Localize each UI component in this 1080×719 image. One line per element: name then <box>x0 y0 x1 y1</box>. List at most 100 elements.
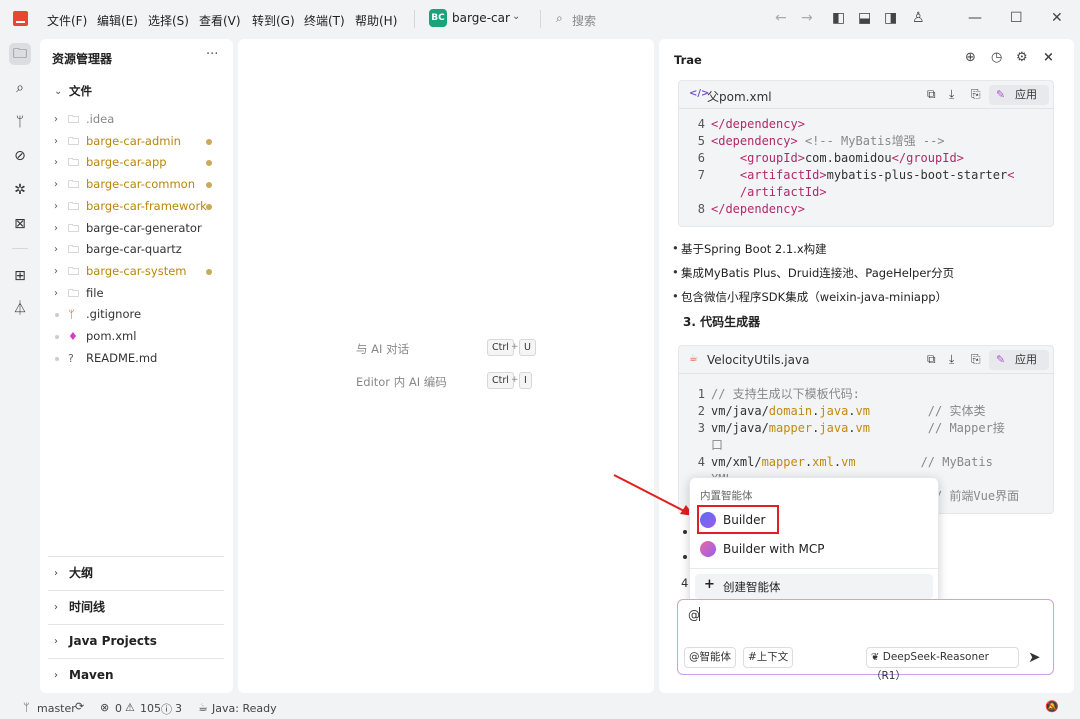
tree-item-label: barge-car-common <box>86 177 195 192</box>
line-number: 1 <box>697 387 705 401</box>
section-label: 大纲 <box>69 566 94 580</box>
tree-item[interactable]: › 🗀 barge-car-app <box>40 152 233 173</box>
toggle-aux-bar-icon[interactable]: ◨ <box>884 10 897 26</box>
chevron-right-icon: › <box>54 265 58 277</box>
new-file-icon[interactable]: ⎘ <box>971 87 981 102</box>
code-file-name[interactable]: VelocityUtils.java <box>707 353 809 367</box>
menu-file[interactable]: 文件(F) <box>47 12 87 29</box>
project-badge[interactable]: BC <box>429 9 447 27</box>
insert-icon[interactable]: ⤓ <box>949 87 954 102</box>
status-bar: ᛘ master ⟳ ⊗ 0 ⚠ 105 ⓘ 3 ☕ Java: Ready 🔕 <box>0 697 1080 719</box>
tree-item[interactable]: › 🗀 barge-car-admin <box>40 131 233 152</box>
branch-name[interactable]: master <box>37 702 76 715</box>
tree-item-label: barge-car-system <box>86 263 187 278</box>
copy-icon[interactable]: ⧉ <box>927 352 936 367</box>
apply-button[interactable]: ✎ 应用 <box>989 85 1049 105</box>
tree-item[interactable]: › 🗀 barge-car-common <box>40 174 233 195</box>
menu-view[interactable]: 查看(V) <box>199 12 241 29</box>
extensions-icon[interactable]: ⊞ <box>9 265 31 287</box>
remote-icon[interactable]: ⊘ <box>9 145 31 167</box>
menu-selection[interactable]: 选择(S) <box>148 12 189 29</box>
new-file-icon[interactable]: ⎘ <box>971 352 981 367</box>
tree-item[interactable]: › 🗀 barge-car-quartz <box>40 239 233 260</box>
chevron-right-icon: › <box>54 636 58 647</box>
notifications-off-icon[interactable]: 🔕 <box>1045 700 1059 713</box>
menu-goto[interactable]: 转到(G) <box>252 12 295 29</box>
editor-area[interactable]: 与 AI 对话 Ctrl + U Editor 内 AI 编码 Ctrl + I <box>238 39 654 693</box>
model-selector[interactable]: ❦ DeepSeek-Reasoner（R1） <box>866 647 1019 682</box>
search-label[interactable]: 搜索 <box>572 12 596 29</box>
flask-icon[interactable]: ⏃ <box>9 298 31 320</box>
send-icon[interactable]: ➤ <box>1028 648 1041 666</box>
section-maven[interactable]: › Maven <box>48 658 224 692</box>
tree-item[interactable]: › 🗀 barge-car-system <box>40 261 233 282</box>
project-name[interactable]: barge-car <box>452 11 510 25</box>
menu-terminal[interactable]: 终端(T) <box>304 12 345 29</box>
modified-dot <box>206 138 212 145</box>
code-line: 6 <groupId>com.baomidou</groupId> <box>679 150 1014 167</box>
menu-help[interactable]: 帮助(H) <box>355 12 397 29</box>
tree-item[interactable]: › 🗀 .idea <box>40 109 233 130</box>
chevron-right-icon: › <box>54 670 58 681</box>
tree-item[interactable]: ? README.md <box>40 348 233 369</box>
toggle-sidebar-icon[interactable]: ◧ <box>832 10 845 26</box>
more-actions-icon[interactable]: ··· <box>206 47 218 62</box>
explorer-icon[interactable]: 🗀 <box>9 43 31 65</box>
code-line: 5 <dependency> <!-- MyBatis增强 --> <box>679 133 1014 150</box>
minimize-icon[interactable]: — <box>968 10 982 26</box>
forward-arrow-icon[interactable]: → <box>801 10 813 26</box>
code-file-name[interactable]: 父pom.xml <box>707 88 772 105</box>
chevron-down-icon[interactable]: ⌄ <box>512 11 520 22</box>
section-timeline[interactable]: › 时间线 <box>48 590 224 624</box>
warning-count[interactable]: 105 <box>140 702 161 715</box>
chat-input[interactable]: @ @智能体 #上下文 ❦ DeepSeek-Reasoner（R1） ➤ <box>677 599 1054 682</box>
agent-item-builder-mcp[interactable]: Builder with MCP <box>696 537 896 561</box>
new-chat-icon[interactable]: ⊕ <box>965 50 976 65</box>
source-control-icon[interactable]: ᛘ <box>9 111 31 133</box>
section-label: Java Projects <box>69 634 157 648</box>
context-chip-button[interactable]: #上下文 <box>743 647 794 668</box>
section-outline[interactable]: › 大纲 <box>48 556 224 590</box>
apply-button[interactable]: ✎ 应用 <box>989 350 1049 370</box>
agent-chip-button[interactable]: @智能体 <box>684 647 736 668</box>
tree-root[interactable]: ⌄ 文件 <box>40 81 233 102</box>
settings-gear-icon[interactable]: ⚙ <box>1016 50 1028 65</box>
search-icon[interactable]: ⌕ <box>556 11 563 26</box>
git-file-icon: ᛘ <box>68 308 75 322</box>
tree-item[interactable]: › 🗀 barge-car-generator <box>40 218 233 239</box>
hint-ai-chat: 与 AI 对话 <box>356 342 410 356</box>
search-icon[interactable]: ⌕ <box>9 77 31 99</box>
close-icon[interactable]: ✕ <box>1051 10 1063 26</box>
tree-item[interactable]: ♦ pom.xml <box>40 326 233 347</box>
code-card-header: ☕ VelocityUtils.java ⧉ ⤓ ⎘ ✎ 应用 <box>679 346 1053 374</box>
create-agent-button[interactable]: + 创建智能体 <box>695 574 933 599</box>
info-count[interactable]: 3 <box>175 702 182 715</box>
code-line: 7 <artifactId>mybatis-plus-boot-starter< <box>679 167 1015 184</box>
toggle-panel-icon[interactable]: ⬓ <box>858 10 871 26</box>
popup-caption: 内置智能体 <box>700 490 753 502</box>
maximize-icon[interactable]: ☐ <box>1010 10 1023 26</box>
debug-icon[interactable]: ✲ <box>9 179 31 201</box>
menu-edit[interactable]: 编辑(E) <box>97 12 138 29</box>
chevron-right-icon: › <box>54 135 58 147</box>
tree-item[interactable]: › 🗀 file <box>40 283 233 304</box>
error-count[interactable]: 0 <box>115 702 122 715</box>
java-status[interactable]: Java: Ready <box>212 702 277 715</box>
section-java-projects[interactable]: › Java Projects <box>48 624 224 658</box>
history-icon[interactable]: ◷ <box>991 50 1002 65</box>
insert-icon[interactable]: ⤓ <box>949 352 954 367</box>
code-text: </dependency> <box>711 202 805 216</box>
account-icon[interactable]: ♙ <box>912 10 925 26</box>
close-icon[interactable]: × <box>1043 50 1054 65</box>
kbd-key: U <box>519 339 536 356</box>
folder-icon: 🗀 <box>68 113 79 126</box>
testing-icon[interactable]: ⊠ <box>9 213 31 235</box>
back-arrow-icon[interactable]: ← <box>775 10 787 26</box>
tree-bullet <box>55 356 59 361</box>
copy-icon[interactable]: ⧉ <box>927 87 936 102</box>
sync-icon[interactable]: ⟳ <box>75 700 84 713</box>
tree-item[interactable]: ᛘ .gitignore <box>40 304 233 325</box>
tree-item[interactable]: › 🗀 barge-car-framework <box>40 196 233 217</box>
folder-icon: 🗀 <box>68 264 79 278</box>
tree-item-label: README.md <box>86 350 158 365</box>
